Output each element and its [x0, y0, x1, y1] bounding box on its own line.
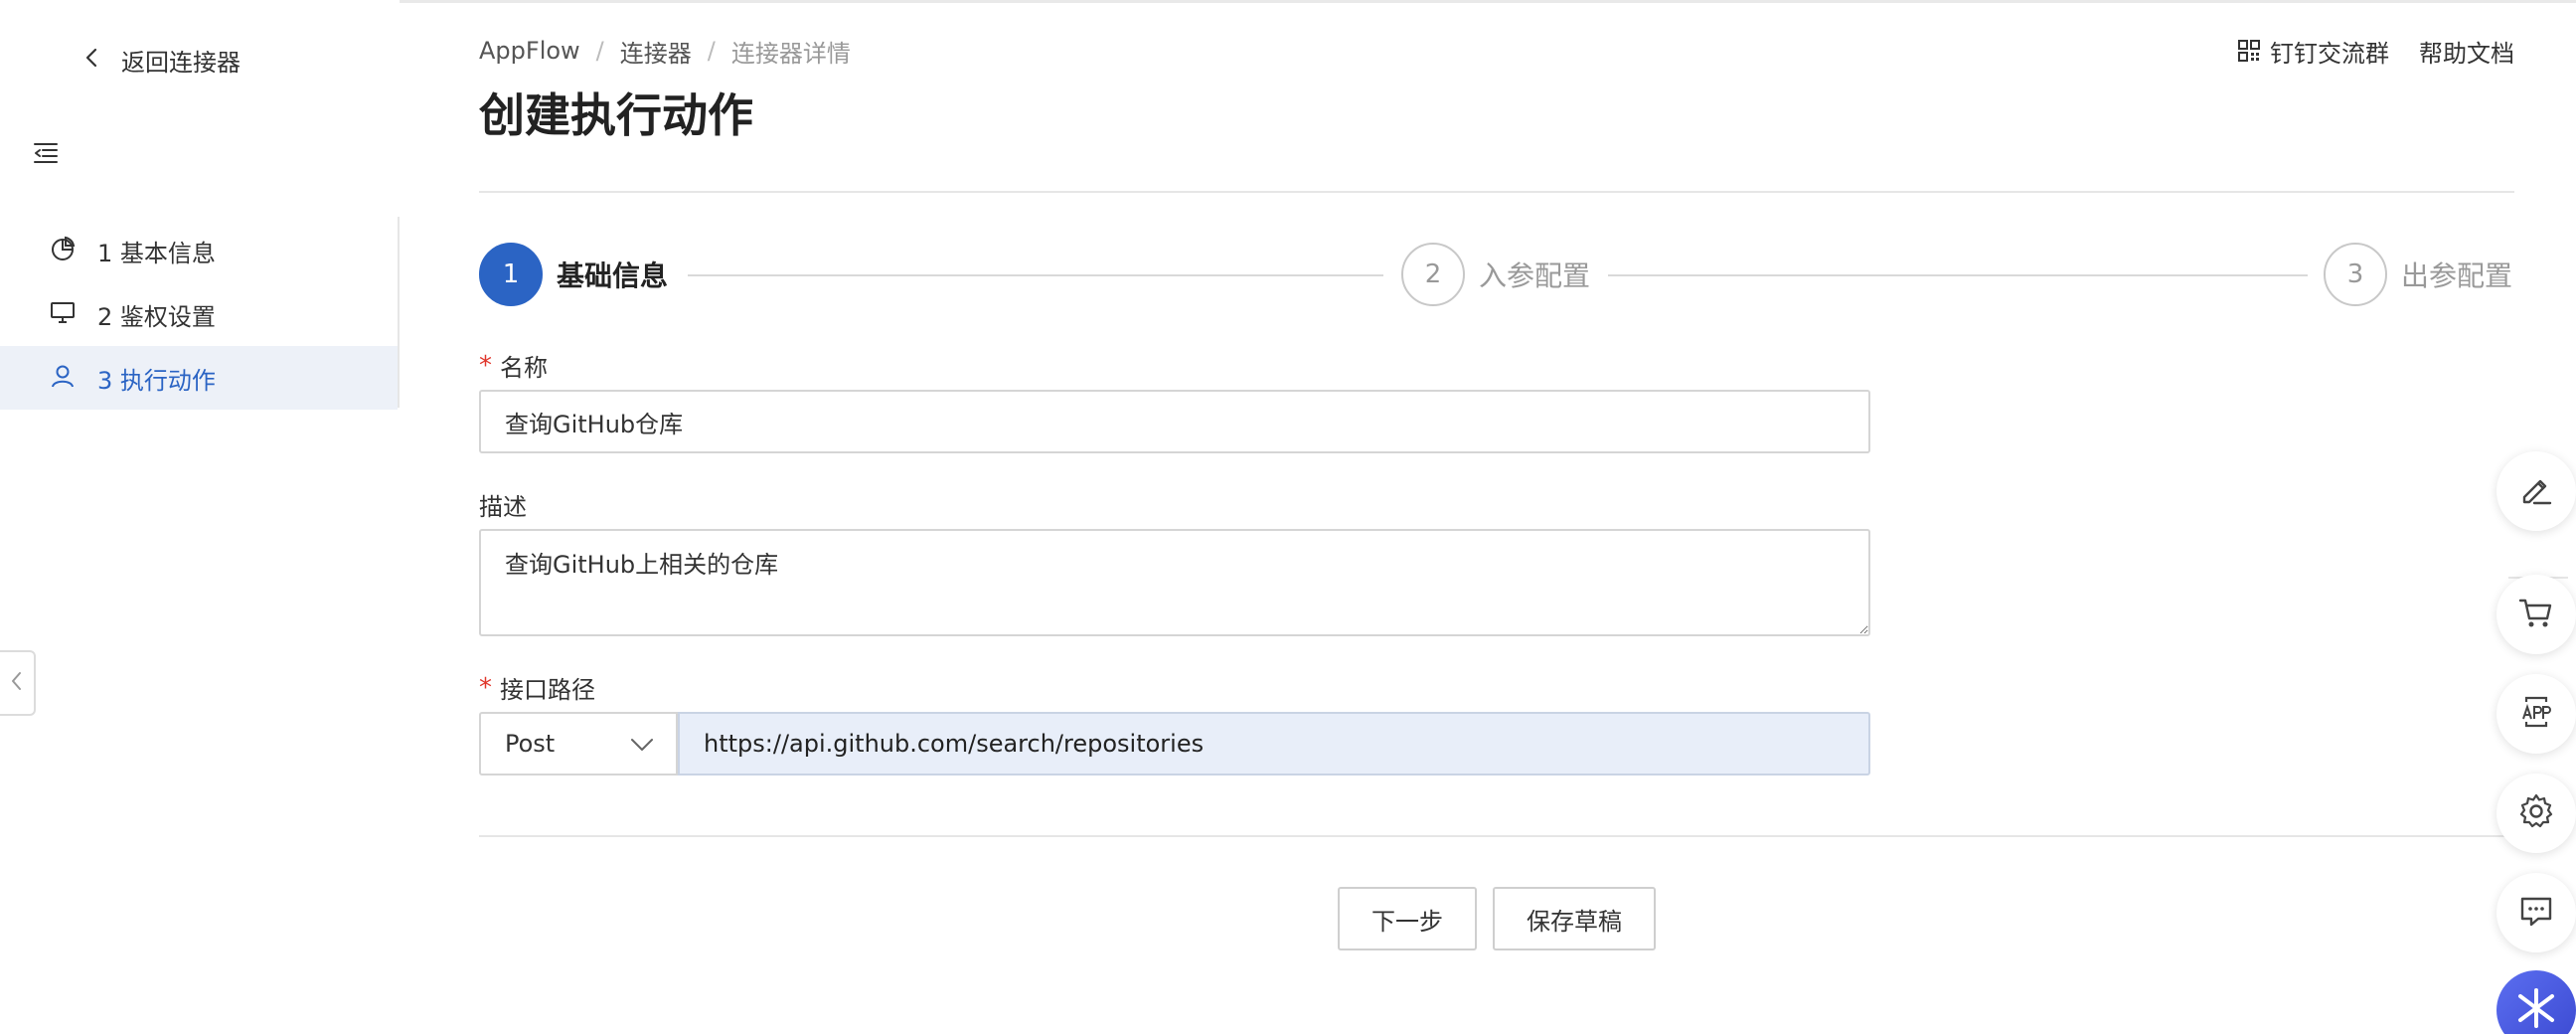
path-label-text: 接口路径 — [500, 676, 595, 704]
step-connector-line — [1608, 274, 2308, 276]
breadcrumb: AppFlow / 连接器 / 连接器详情 — [479, 34, 851, 69]
name-field-label: * 名称 — [479, 348, 548, 383]
sparkle-icon — [2512, 984, 2560, 1034]
required-marker: * — [479, 672, 492, 703]
help-docs-label: 帮助文档 — [2419, 39, 2514, 68]
cart-tool-button[interactable] — [2496, 575, 2576, 654]
breadcrumb-separator: / — [595, 37, 604, 65]
breadcrumb-separator: / — [707, 37, 716, 65]
chevron-down-icon — [630, 730, 654, 758]
settings-tool-button[interactable] — [2496, 774, 2576, 853]
step-label: 入参配置 — [1479, 259, 1591, 292]
breadcrumb-appflow[interactable]: AppFlow — [479, 37, 580, 65]
form-divider — [479, 835, 2514, 837]
chevron-left-icon — [9, 670, 25, 696]
help-docs-link[interactable]: 帮助文档 — [2419, 34, 2514, 69]
chat-icon — [2516, 891, 2556, 935]
step-number: 3 — [2324, 243, 2387, 306]
sidebar-item-label: 1 基本信息 — [97, 239, 216, 267]
step-label: 基础信息 — [557, 259, 669, 292]
pie-chart-icon — [50, 236, 76, 265]
step-label: 出参配置 — [2401, 259, 2513, 292]
back-link-label: 返回连接器 — [121, 48, 241, 77]
next-step-button[interactable]: 下一步 — [1338, 887, 1477, 950]
ai-assistant-button[interactable] — [2496, 970, 2576, 1034]
sidebar: 返回连接器 1 基本信息 2 鉴权设置 3 执行动作 — [0, 0, 400, 1034]
required-marker: * — [479, 350, 492, 381]
sidebar-item-basic-info[interactable]: 1 基本信息 — [0, 219, 398, 282]
monitor-icon — [50, 299, 76, 329]
sidebar-item-auth-settings[interactable]: 2 鉴权设置 — [0, 282, 398, 346]
cart-icon — [2516, 593, 2556, 636]
sidebar-divider — [398, 217, 400, 408]
step-basic-info: 1 基础信息 — [479, 243, 668, 306]
edit-tool-button[interactable] — [2496, 451, 2576, 531]
app-icon — [2516, 692, 2556, 736]
name-input[interactable] — [479, 390, 1870, 453]
step-number: 1 — [479, 243, 543, 306]
feedback-tool-button[interactable] — [2496, 873, 2576, 952]
collapse-menu-icon[interactable] — [32, 139, 60, 167]
step-connector-line — [688, 274, 1383, 276]
breadcrumb-connectors[interactable]: 连接器 — [620, 34, 692, 69]
description-label-text: 描述 — [479, 493, 527, 521]
app-tool-button[interactable] — [2496, 674, 2576, 754]
chevron-left-icon — [81, 47, 103, 73]
sidebar-item-execute-action[interactable]: 3 执行动作 — [0, 346, 398, 410]
dingtalk-group-link[interactable]: 钉钉交流群 — [2238, 34, 2389, 69]
step-number: 2 — [1401, 243, 1465, 306]
breadcrumb-connector-detail[interactable]: 连接器详情 — [731, 34, 851, 69]
gear-icon — [2516, 791, 2556, 835]
sidebar-item-label: 3 执行动作 — [97, 366, 216, 395]
api-path-input[interactable] — [678, 712, 1870, 776]
back-to-connectors-link[interactable]: 返回连接器 — [81, 40, 241, 80]
path-field-label: * 接口路径 — [479, 670, 595, 705]
qrcode-icon — [2238, 40, 2260, 62]
page-title: 创建执行动作 — [479, 88, 753, 142]
description-textarea[interactable]: 查询GitHub上相关的仓库 — [479, 529, 1870, 636]
description-field-label: 描述 — [479, 487, 527, 522]
http-method-select[interactable]: Post — [479, 712, 678, 776]
edit-icon — [2516, 469, 2556, 513]
expand-panel-tab[interactable] — [0, 650, 36, 716]
sidebar-item-label: 2 鉴权设置 — [97, 302, 216, 331]
step-input-params: 2 入参配置 — [1401, 243, 1590, 306]
header-links: 钉钉交流群 帮助文档 — [2238, 34, 2514, 69]
http-method-value: Post — [505, 730, 556, 758]
step-output-params: 3 出参配置 — [2324, 243, 2512, 306]
save-draft-button[interactable]: 保存草稿 — [1493, 887, 1656, 950]
user-icon — [50, 363, 76, 393]
name-label-text: 名称 — [500, 354, 548, 382]
header-divider — [479, 191, 2514, 193]
dingtalk-group-label: 钉钉交流群 — [2270, 39, 2389, 68]
